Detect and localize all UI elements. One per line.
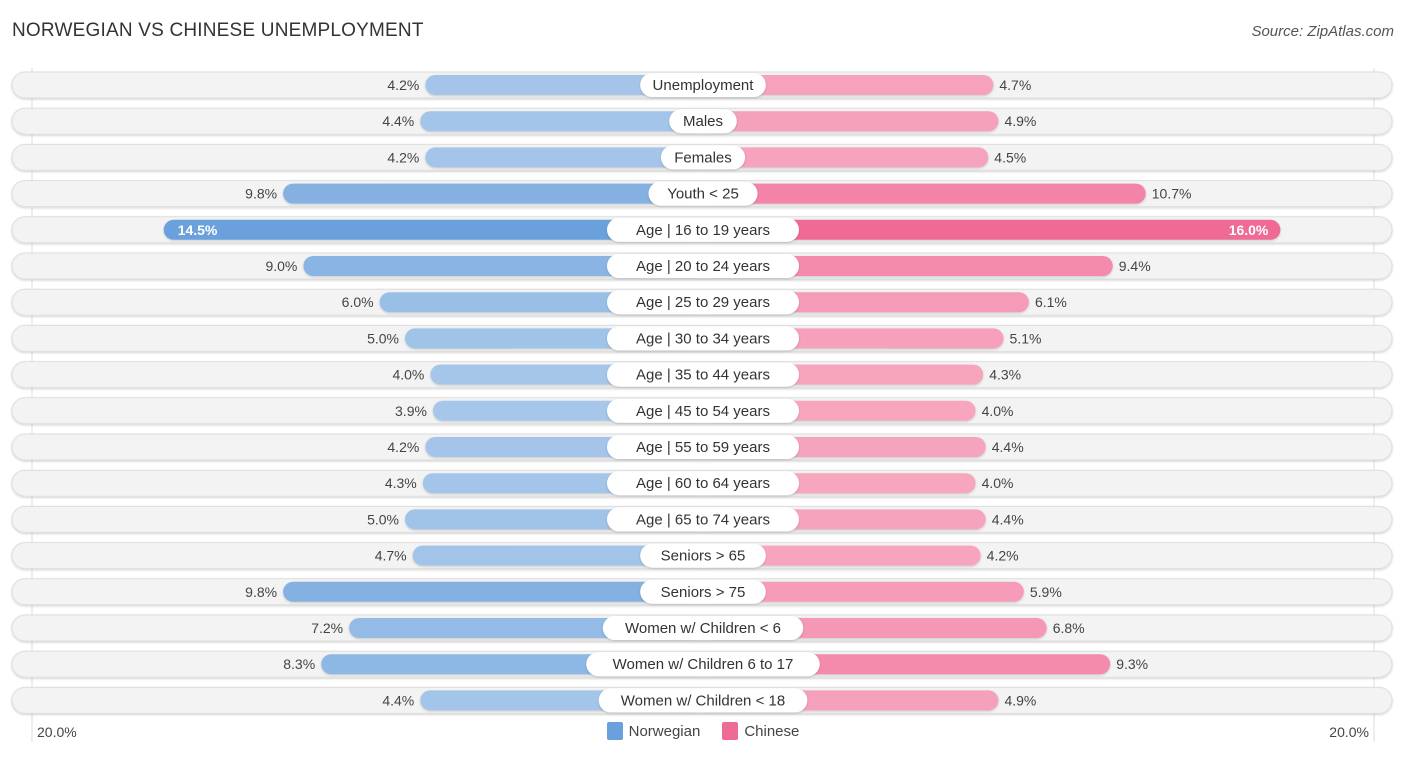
category-label: Unemployment <box>653 77 755 94</box>
chart-row: Seniors > 65 4.7% 4.2% <box>11 542 1393 570</box>
chart-row: Age | 35 to 44 years 4.0% 4.3% <box>11 361 1393 389</box>
category-label: Age | 20 to 24 years <box>636 258 770 275</box>
diverging-bar-chart: Unemployment 4.2% 4.7% Males 4.4% 4.9% Females… <box>11 68 1393 742</box>
category-label: Seniors > 65 <box>661 548 746 565</box>
chart-row: Age | 16 to 19 years 14.5% 16.0% <box>11 216 1393 244</box>
value-label-norwegian: 4.0% <box>392 367 424 383</box>
category-label: Age | 65 to 74 years <box>636 511 770 528</box>
legend-label-chinese: Chinese <box>744 722 800 740</box>
chart-row: Youth < 25 9.8% 10.7% <box>11 180 1393 208</box>
bar-norwegian <box>420 111 703 132</box>
value-label-norwegian: 6.0% <box>342 294 374 310</box>
category-label: Age | 60 to 64 years <box>636 475 770 492</box>
value-label-chinese: 6.1% <box>1035 294 1067 310</box>
value-label-chinese: 4.0% <box>982 475 1014 491</box>
chart-row: Age | 65 to 74 years 5.0% 4.4% <box>11 505 1393 533</box>
chart-row: Women w/ Children < 6 7.2% 6.8% <box>11 614 1393 642</box>
value-label-chinese: 4.4% <box>992 511 1024 527</box>
value-label-norwegian: 4.4% <box>382 692 414 708</box>
value-label-norwegian: 5.0% <box>367 511 399 527</box>
value-label-norwegian: 4.2% <box>387 77 419 93</box>
legend: Norwegian Chinese <box>0 722 1406 740</box>
category-label: Age | 16 to 19 years <box>636 222 770 239</box>
value-label-chinese: 4.4% <box>992 439 1024 455</box>
category-label: Women w/ Children 6 to 17 <box>613 656 794 673</box>
value-label-norwegian: 3.9% <box>395 403 427 419</box>
category-label: Women w/ Children < 6 <box>625 620 781 637</box>
category-label: Age | 25 to 29 years <box>636 294 770 311</box>
value-label-norwegian: 4.2% <box>387 149 419 165</box>
category-label: Age | 55 to 59 years <box>636 439 770 456</box>
value-label-chinese: 4.9% <box>1004 113 1036 129</box>
chart-row: Women w/ Children < 18 4.4% 4.9% <box>11 686 1393 714</box>
value-label-norwegian: 9.8% <box>245 584 277 600</box>
value-label-norwegian: 4.2% <box>387 439 419 455</box>
value-label-chinese: 4.3% <box>989 367 1021 383</box>
legend-swatch-norwegian <box>606 722 623 740</box>
chart-row: Age | 20 to 24 years 9.0% 9.4% <box>11 252 1393 280</box>
chart-row: Women w/ Children 6 to 17 8.3% 9.3% <box>11 650 1393 678</box>
chart-row: Age | 30 to 34 years 5.0% 5.1% <box>11 324 1393 352</box>
value-label-norwegian: 14.5% <box>178 222 218 238</box>
value-label-chinese: 16.0% <box>1229 222 1269 238</box>
bar-norwegian <box>283 183 703 204</box>
category-label: Males <box>683 113 723 130</box>
legend-item-chinese[interactable]: Chinese <box>722 722 799 740</box>
value-label-chinese: 4.7% <box>999 77 1031 93</box>
legend-label-norwegian: Norwegian <box>628 722 701 740</box>
category-label: Age | 45 to 54 years <box>636 403 770 420</box>
category-label: Women w/ Children < 18 <box>621 692 785 709</box>
bar-norwegian <box>283 581 703 602</box>
chart-row: Age | 55 to 59 years 4.2% 4.4% <box>11 433 1393 461</box>
chart-row: Males 4.4% 4.9% <box>11 107 1393 135</box>
bar-chinese <box>703 183 1146 204</box>
legend-swatch-chinese <box>722 722 739 740</box>
value-label-norwegian: 4.3% <box>385 475 417 491</box>
value-label-chinese: 4.9% <box>1004 692 1036 708</box>
value-label-norwegian: 5.0% <box>367 330 399 346</box>
bar-chinese <box>703 111 999 132</box>
bar-chinese <box>703 147 989 168</box>
value-label-chinese: 4.5% <box>994 149 1026 165</box>
chart-row: Age | 25 to 29 years 6.0% 6.1% <box>11 288 1393 316</box>
category-label: Age | 35 to 44 years <box>636 367 770 384</box>
value-label-chinese: 4.0% <box>982 403 1014 419</box>
value-label-norwegian: 4.7% <box>375 548 407 564</box>
value-label-norwegian: 7.2% <box>311 620 343 636</box>
category-label: Females <box>674 149 732 166</box>
value-label-chinese: 4.2% <box>987 548 1019 564</box>
category-label: Youth < 25 <box>667 186 739 203</box>
value-label-chinese: 9.4% <box>1119 258 1151 274</box>
value-label-norwegian: 8.3% <box>283 656 315 672</box>
category-label: Age | 30 to 34 years <box>636 330 770 347</box>
value-label-chinese: 5.1% <box>1010 330 1042 346</box>
value-label-chinese: 10.7% <box>1152 186 1192 202</box>
value-label-chinese: 9.3% <box>1116 656 1148 672</box>
value-label-norwegian: 9.0% <box>265 258 297 274</box>
value-label-norwegian: 9.8% <box>245 186 277 202</box>
value-label-norwegian: 4.4% <box>382 113 414 129</box>
chart-row: Age | 60 to 64 years 4.3% 4.0% <box>11 469 1393 497</box>
value-label-chinese: 5.9% <box>1030 584 1062 600</box>
value-label-chinese: 6.8% <box>1053 620 1085 636</box>
legend-item-norwegian[interactable]: Norwegian <box>606 722 701 740</box>
category-label: Seniors > 75 <box>661 584 746 601</box>
chart-row: Seniors > 75 9.8% 5.9% <box>11 578 1393 606</box>
chart-row: Age | 45 to 54 years 3.9% 4.0% <box>11 397 1393 425</box>
chart-row: Unemployment 4.2% 4.7% <box>11 71 1393 99</box>
chart-row: Females 4.2% 4.5% <box>11 143 1393 171</box>
